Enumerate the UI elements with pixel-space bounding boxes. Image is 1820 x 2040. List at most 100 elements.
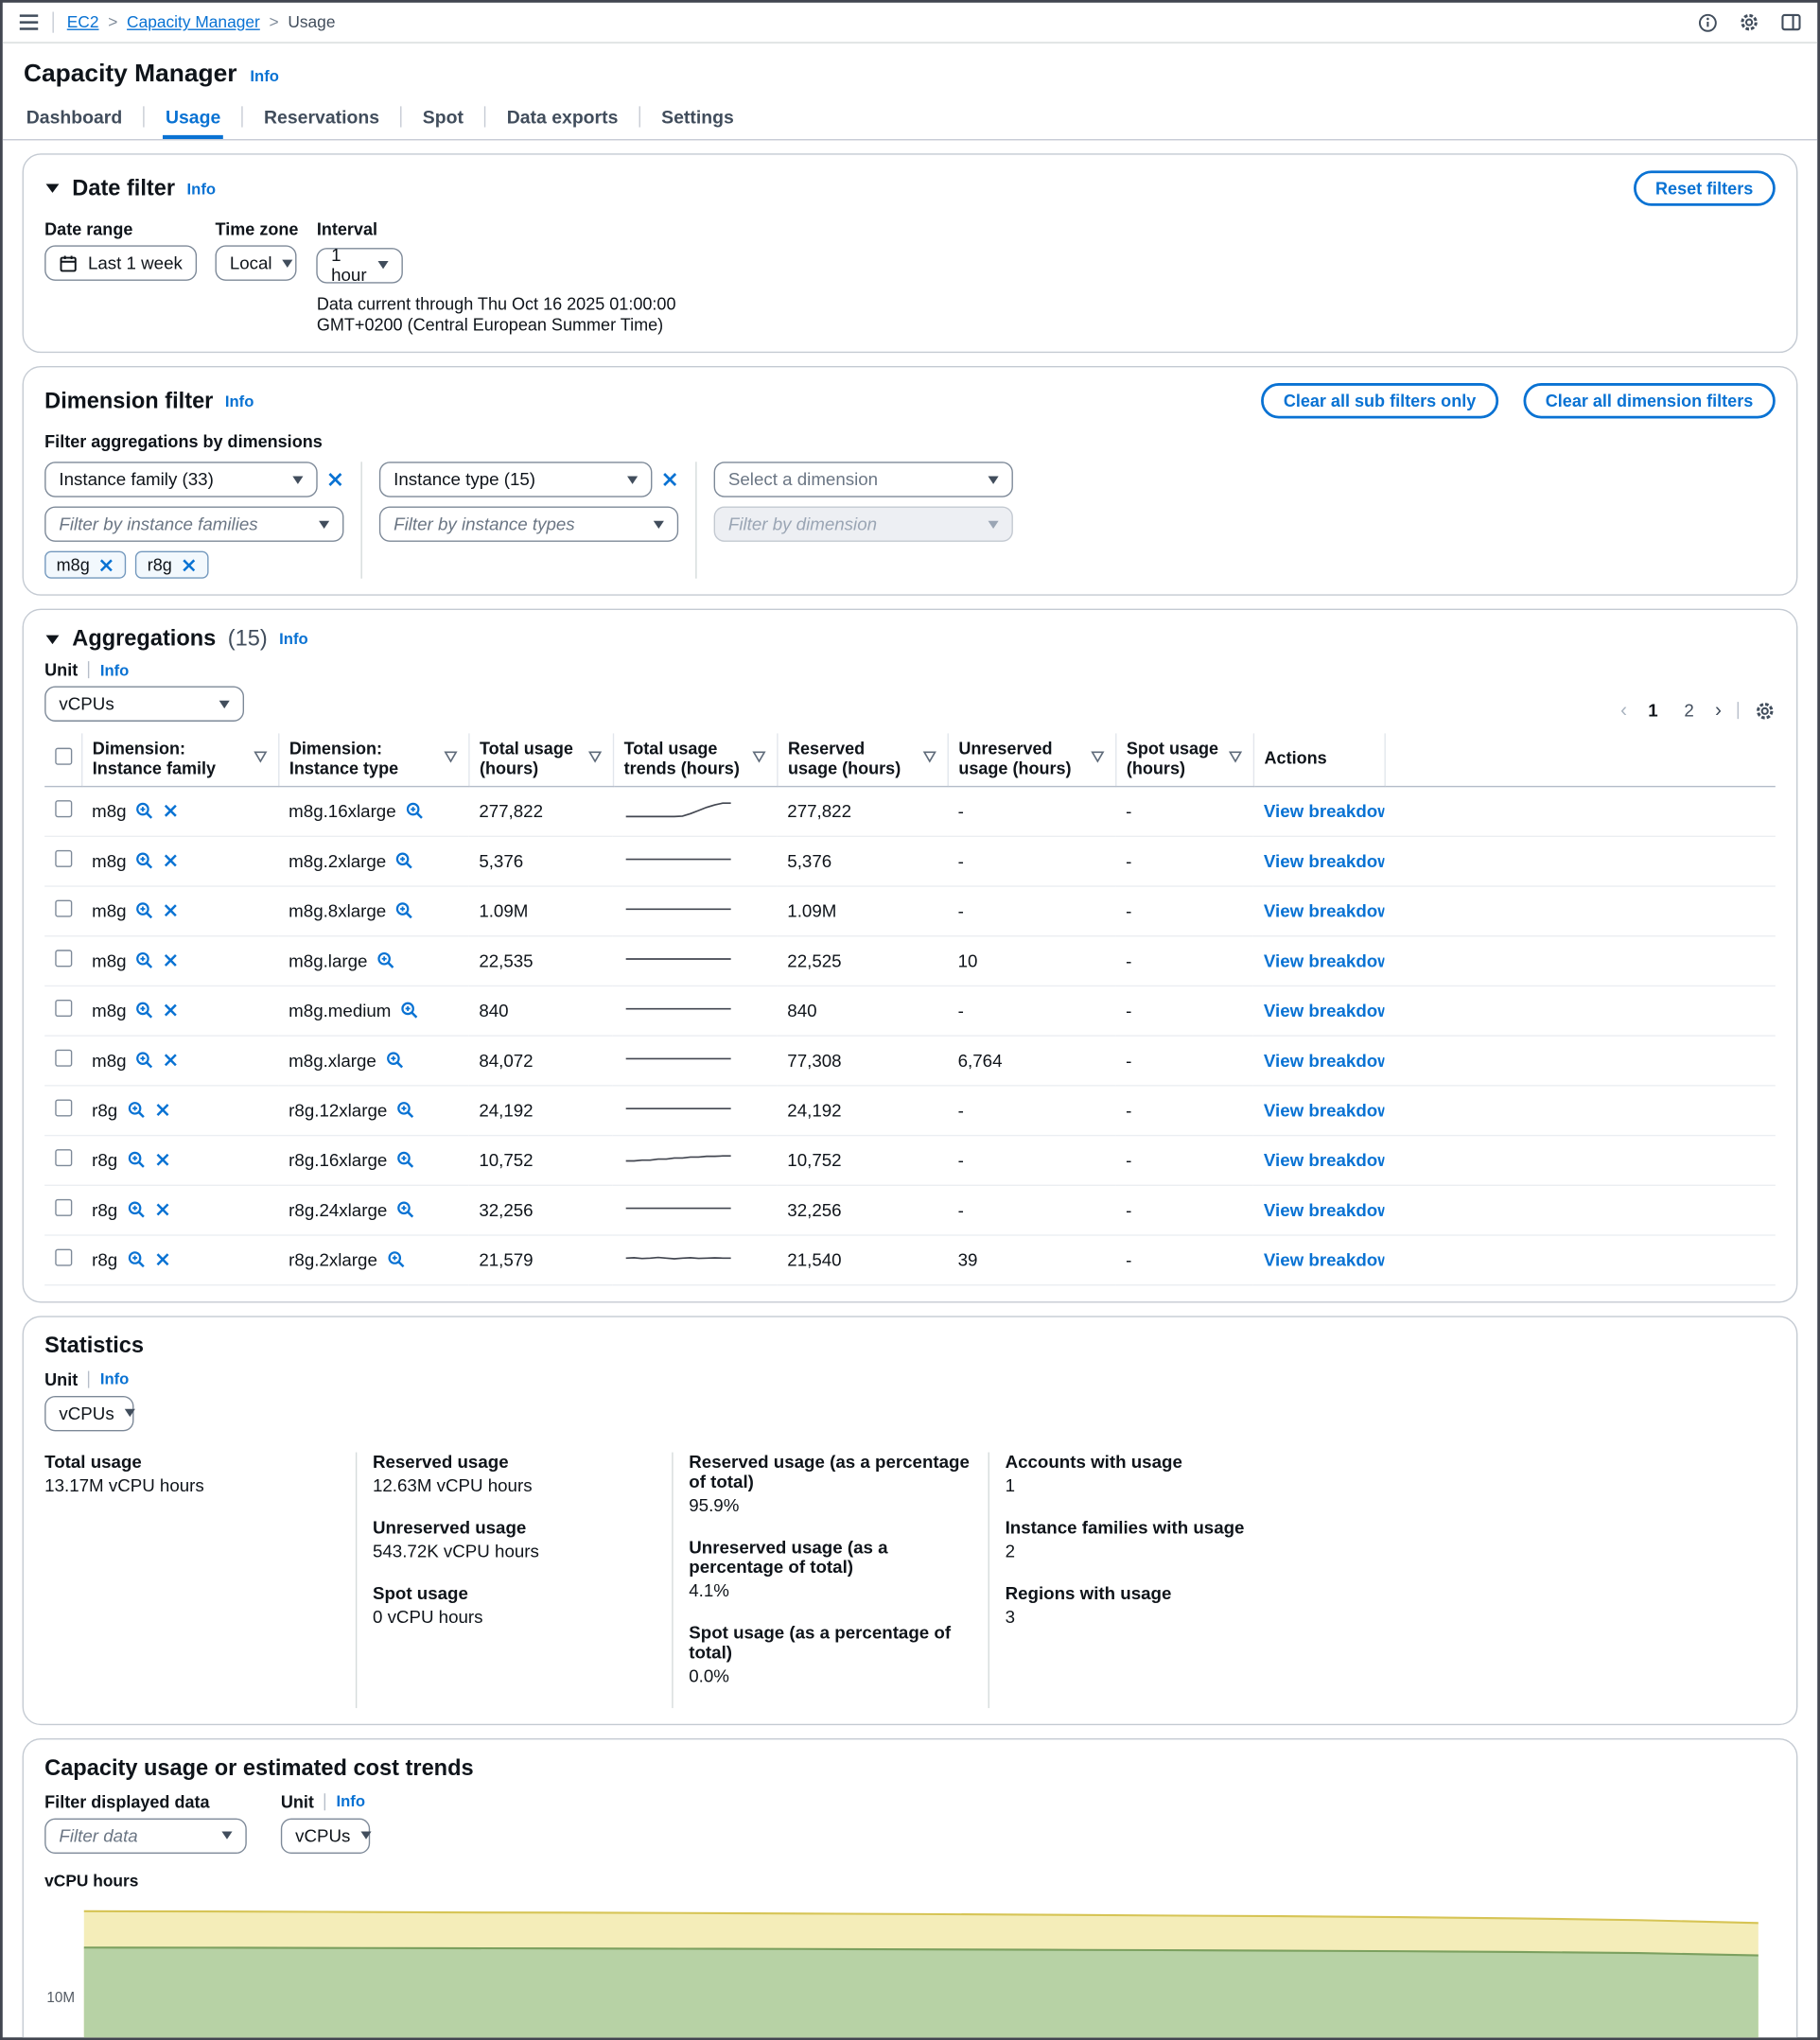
- page-number-1[interactable]: 1: [1643, 699, 1664, 722]
- split-panel-icon[interactable]: [1780, 11, 1801, 32]
- zoom-in-icon[interactable]: [376, 951, 394, 969]
- row-checkbox[interactable]: [55, 1100, 72, 1117]
- column-header[interactable]: Reserved usage (hours): [777, 733, 947, 786]
- zoom-in-icon[interactable]: [396, 1101, 414, 1119]
- unit-select[interactable]: vCPUs: [44, 686, 244, 721]
- view-breakdown-link[interactable]: View breakdown: [1264, 801, 1385, 821]
- view-breakdown-link[interactable]: View breakdown: [1264, 1150, 1385, 1170]
- tab-settings[interactable]: Settings: [658, 97, 736, 139]
- tab-usage[interactable]: Usage: [163, 97, 223, 139]
- filter-caret-icon[interactable]: [443, 750, 457, 770]
- previous-page-icon[interactable]: ‹: [1620, 699, 1627, 722]
- row-checkbox[interactable]: [55, 1150, 72, 1167]
- filter-caret-icon[interactable]: [587, 750, 602, 770]
- zoom-in-icon[interactable]: [127, 1201, 145, 1219]
- remove-filter-icon[interactable]: [154, 1152, 170, 1168]
- tab-data-exports[interactable]: Data exports: [504, 97, 621, 139]
- view-breakdown-link[interactable]: View breakdown: [1264, 1051, 1385, 1071]
- view-breakdown-link[interactable]: View breakdown: [1264, 901, 1385, 921]
- filter-caret-icon[interactable]: [751, 750, 765, 770]
- collapse-caret-icon[interactable]: [44, 629, 61, 649]
- row-checkbox[interactable]: [55, 1050, 72, 1067]
- instance-family-filter-input[interactable]: Filter by instance families: [44, 506, 343, 541]
- info-link[interactable]: Info: [225, 392, 254, 410]
- remove-dimension-icon[interactable]: [661, 471, 678, 488]
- clear-dimension-filters-button[interactable]: Clear all dimension filters: [1523, 383, 1776, 418]
- view-breakdown-link[interactable]: View breakdown: [1264, 1200, 1385, 1220]
- column-header[interactable]: Actions: [1253, 733, 1385, 786]
- row-checkbox[interactable]: [55, 900, 72, 917]
- page-number-2[interactable]: 2: [1679, 699, 1700, 722]
- zoom-in-icon[interactable]: [405, 802, 423, 820]
- column-header[interactable]: Total usage trends (hours): [613, 733, 777, 786]
- remove-filter-icon[interactable]: [163, 803, 179, 819]
- info-link[interactable]: Info: [250, 67, 279, 85]
- remove-filter-icon[interactable]: [163, 1053, 179, 1069]
- remove-filter-icon[interactable]: [154, 1202, 170, 1218]
- info-link[interactable]: Info: [337, 1792, 366, 1810]
- instance-type-filter-input[interactable]: Filter by instance types: [379, 506, 678, 541]
- zoom-in-icon[interactable]: [387, 1250, 405, 1268]
- zoom-in-icon[interactable]: [127, 1151, 145, 1169]
- filter-caret-icon[interactable]: [1228, 750, 1242, 770]
- column-header[interactable]: Dimension: Instance family: [81, 733, 278, 786]
- row-checkbox[interactable]: [55, 801, 72, 818]
- select-all-checkbox[interactable]: [55, 748, 72, 765]
- zoom-in-icon[interactable]: [400, 1002, 418, 1020]
- column-header[interactable]: Total usage (hours): [468, 733, 613, 786]
- time-zone-select[interactable]: Local: [216, 245, 297, 280]
- remove-filter-icon[interactable]: [154, 1252, 170, 1268]
- trend-filter-input[interactable]: Filter data: [44, 1818, 247, 1853]
- interval-select[interactable]: 1 hour: [317, 247, 404, 282]
- clear-sub-filters-button[interactable]: Clear all sub filters only: [1261, 383, 1498, 418]
- tab-spot[interactable]: Spot: [420, 97, 466, 139]
- zoom-in-icon[interactable]: [135, 951, 153, 969]
- remove-dimension-icon[interactable]: [326, 471, 343, 488]
- view-breakdown-link[interactable]: View breakdown: [1264, 1250, 1385, 1270]
- unit-select[interactable]: vCPUs: [44, 1396, 133, 1431]
- filter-caret-icon[interactable]: [1090, 750, 1104, 770]
- row-checkbox[interactable]: [55, 1249, 72, 1266]
- zoom-in-icon[interactable]: [135, 1002, 153, 1020]
- dimension-select-empty[interactable]: Select a dimension: [714, 462, 1013, 497]
- remove-filter-icon[interactable]: [163, 1003, 179, 1019]
- reset-filters-button[interactable]: Reset filters: [1633, 170, 1775, 205]
- tab-dashboard[interactable]: Dashboard: [24, 97, 125, 139]
- remove-filter-icon[interactable]: [163, 953, 179, 969]
- info-link[interactable]: Info: [100, 660, 130, 678]
- row-checkbox[interactable]: [55, 1001, 72, 1018]
- row-checkbox[interactable]: [55, 850, 72, 867]
- collapse-caret-icon[interactable]: [44, 179, 61, 199]
- filter-caret-icon[interactable]: [921, 750, 936, 770]
- view-breakdown-link[interactable]: View breakdown: [1264, 951, 1385, 971]
- remove-filter-icon[interactable]: [163, 903, 179, 919]
- zoom-in-icon[interactable]: [135, 1052, 153, 1070]
- remove-filter-icon[interactable]: [163, 853, 179, 869]
- column-header[interactable]: Dimension: Instance type: [278, 733, 468, 786]
- hamburger-menu-icon[interactable]: [18, 13, 39, 31]
- view-breakdown-link[interactable]: View breakdown: [1264, 1001, 1385, 1020]
- view-breakdown-link[interactable]: View breakdown: [1264, 1101, 1385, 1121]
- info-circle-icon[interactable]: [1698, 12, 1718, 32]
- zoom-in-icon[interactable]: [395, 852, 413, 870]
- zoom-in-icon[interactable]: [395, 901, 413, 919]
- remove-token-icon[interactable]: [98, 557, 114, 573]
- breadcrumb-ec2[interactable]: EC2: [67, 13, 99, 31]
- zoom-in-icon[interactable]: [127, 1101, 145, 1119]
- zoom-in-icon[interactable]: [396, 1201, 414, 1219]
- table-preferences-gear-icon[interactable]: [1755, 700, 1776, 721]
- unit-select[interactable]: vCPUs: [281, 1818, 370, 1853]
- tab-reservations[interactable]: Reservations: [261, 97, 382, 139]
- remove-token-icon[interactable]: [182, 557, 198, 573]
- zoom-in-icon[interactable]: [386, 1052, 404, 1070]
- column-header[interactable]: Spot usage (hours): [1115, 733, 1253, 786]
- zoom-in-icon[interactable]: [135, 852, 153, 870]
- view-breakdown-link[interactable]: View breakdown: [1264, 851, 1385, 871]
- next-page-icon[interactable]: ›: [1715, 699, 1722, 722]
- zoom-in-icon[interactable]: [135, 802, 153, 820]
- zoom-in-icon[interactable]: [127, 1250, 145, 1268]
- info-link[interactable]: Info: [279, 630, 308, 648]
- row-checkbox[interactable]: [55, 1199, 72, 1216]
- gear-icon[interactable]: [1739, 11, 1759, 32]
- date-range-button[interactable]: Last 1 week: [44, 245, 197, 280]
